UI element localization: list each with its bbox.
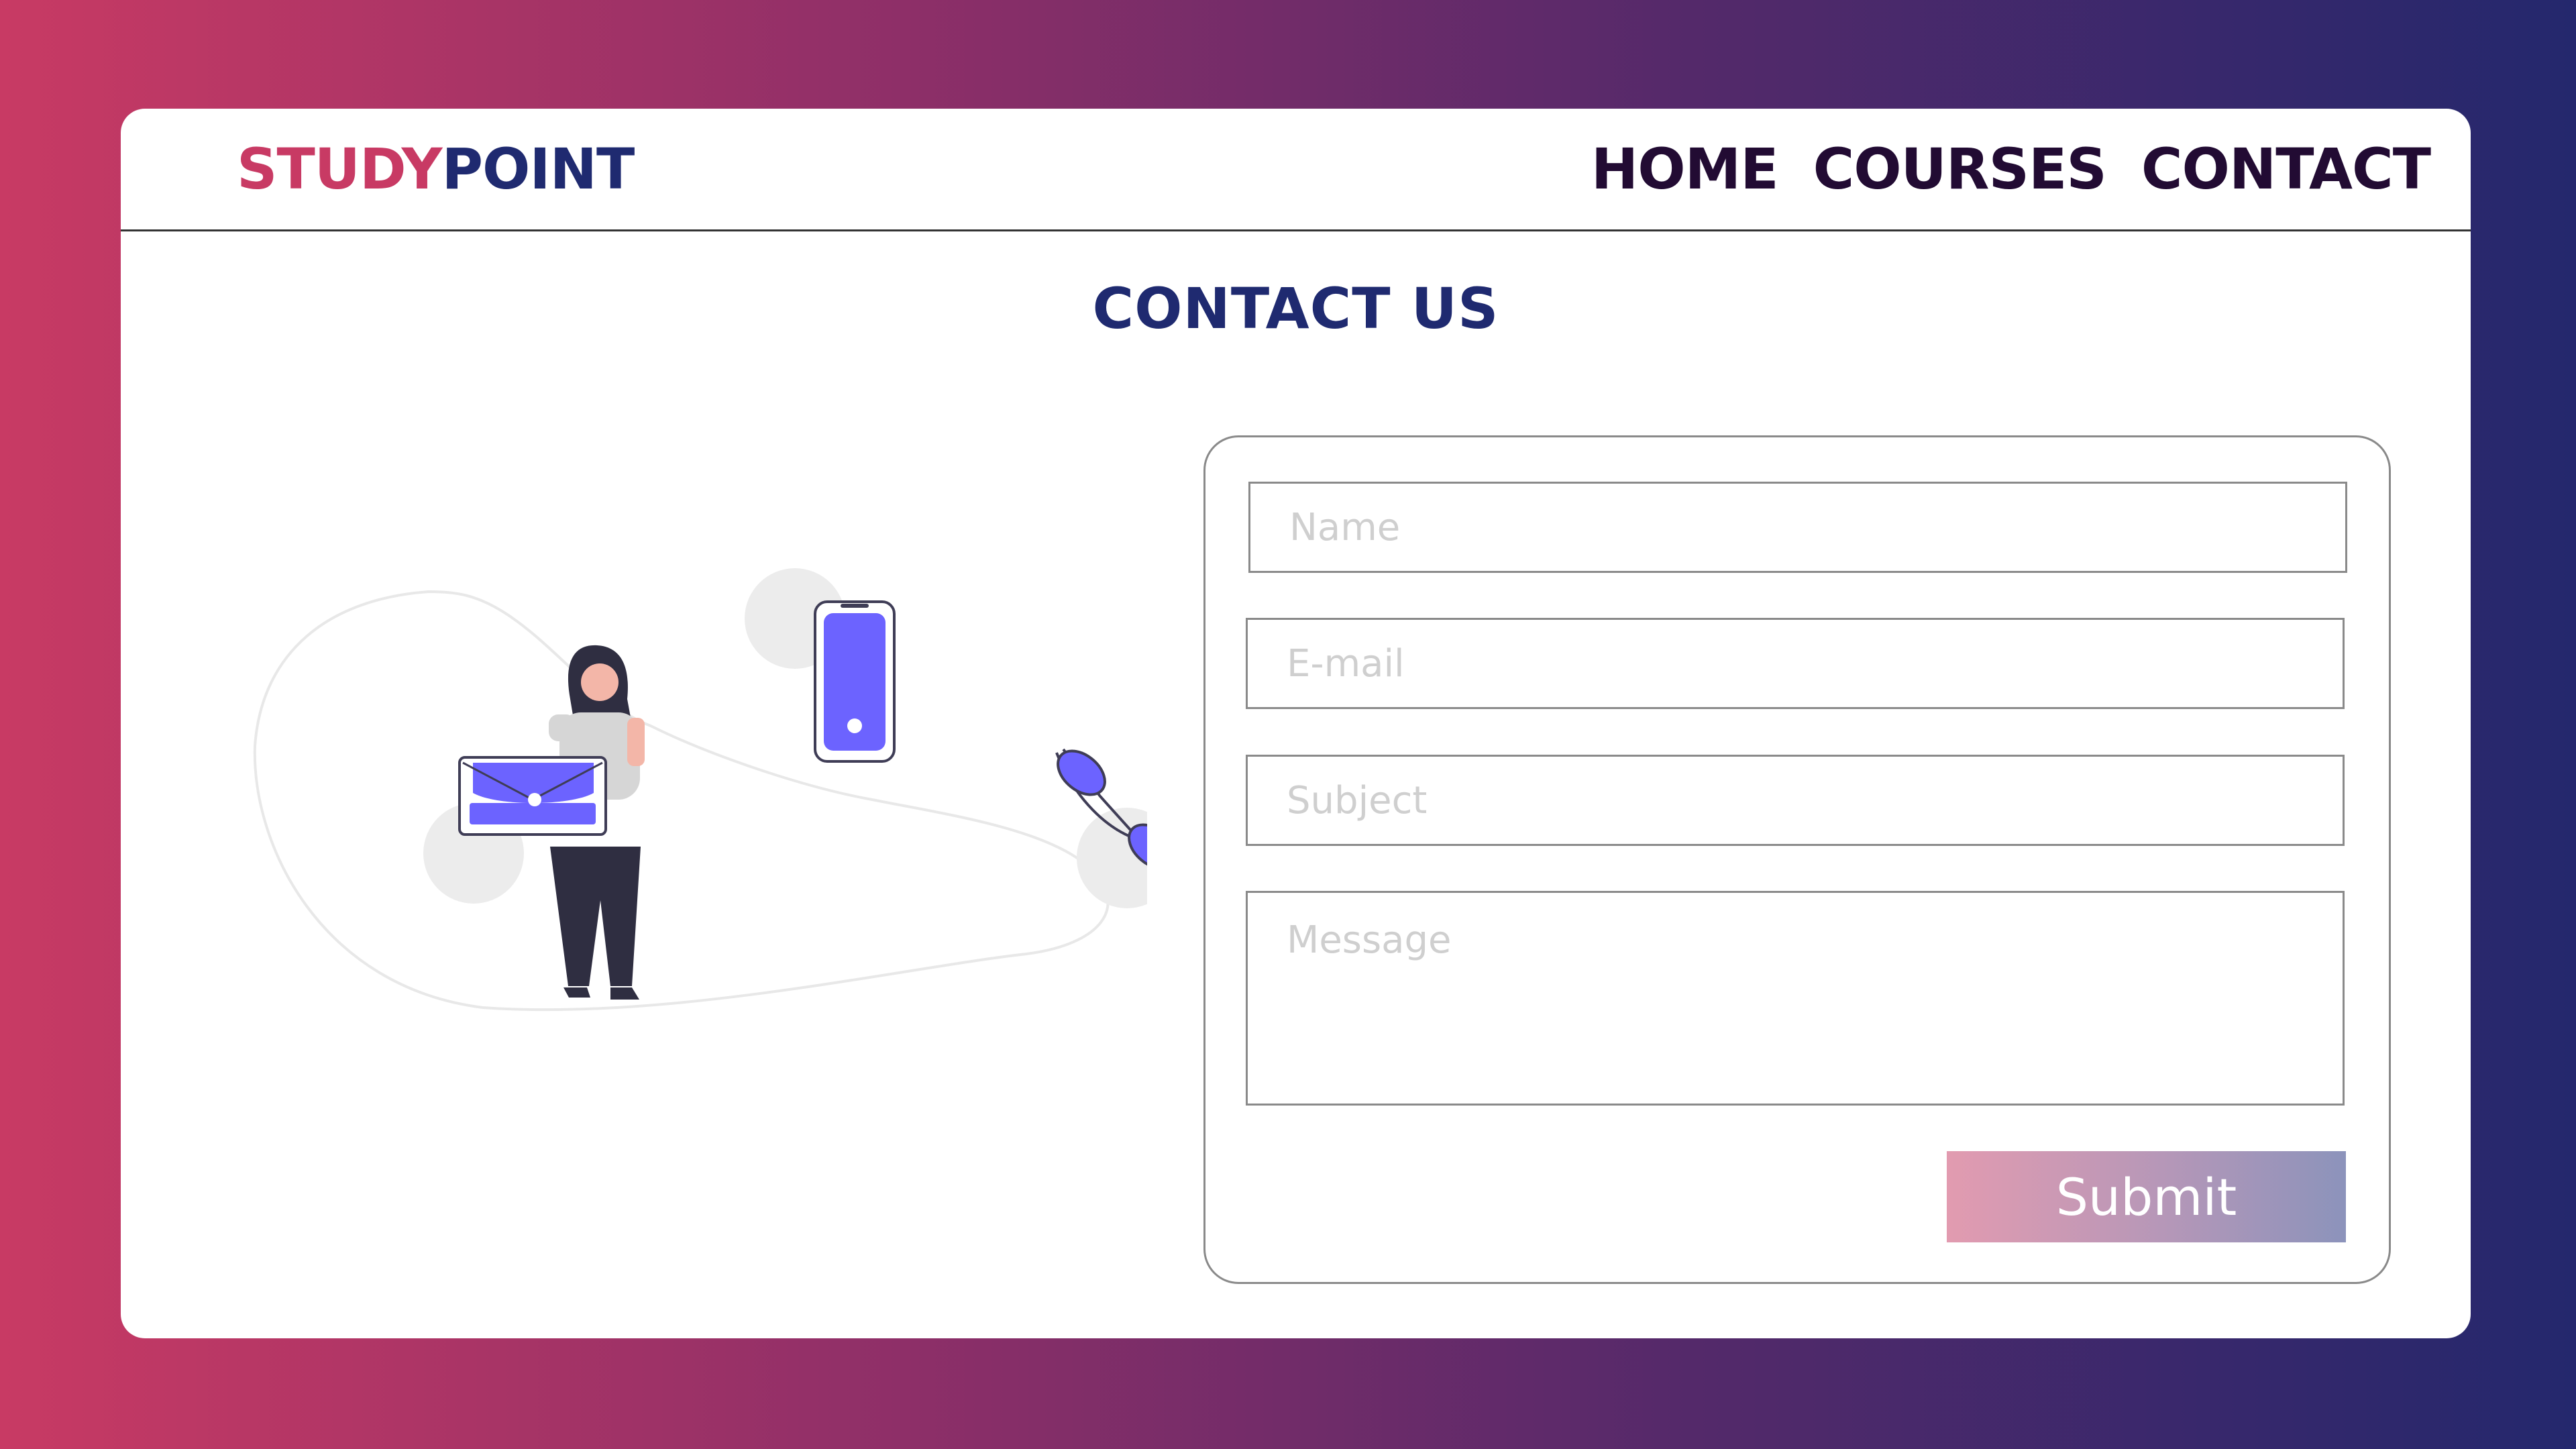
- nav-home[interactable]: HOME: [1591, 136, 1779, 203]
- brand-logo-part2: POINT: [441, 136, 635, 202]
- nav-courses[interactable]: COURSES: [1813, 136, 2107, 203]
- main-nav: HOME COURSES CONTACT: [1591, 136, 2431, 203]
- page-title: CONTACT US: [1092, 276, 1499, 341]
- subject-field[interactable]: [1246, 755, 2345, 846]
- nav-contact[interactable]: CONTACT: [2141, 136, 2431, 203]
- envelope-icon: [458, 756, 607, 836]
- smartphone-icon: [814, 600, 896, 763]
- message-field[interactable]: [1246, 891, 2345, 1106]
- brand-logo[interactable]: STUDYPOINT: [237, 136, 635, 203]
- main-card: STUDYPOINT HOME COURSES CONTACT CONTACT …: [121, 109, 2471, 1338]
- name-field[interactable]: [1248, 482, 2347, 573]
- submit-button[interactable]: Submit: [1947, 1151, 2346, 1242]
- header: STUDYPOINT HOME COURSES CONTACT: [121, 109, 2471, 231]
- brand-logo-part1: STUDY: [237, 136, 442, 202]
- email-field[interactable]: [1246, 618, 2345, 709]
- contact-illustration: [235, 431, 1177, 1038]
